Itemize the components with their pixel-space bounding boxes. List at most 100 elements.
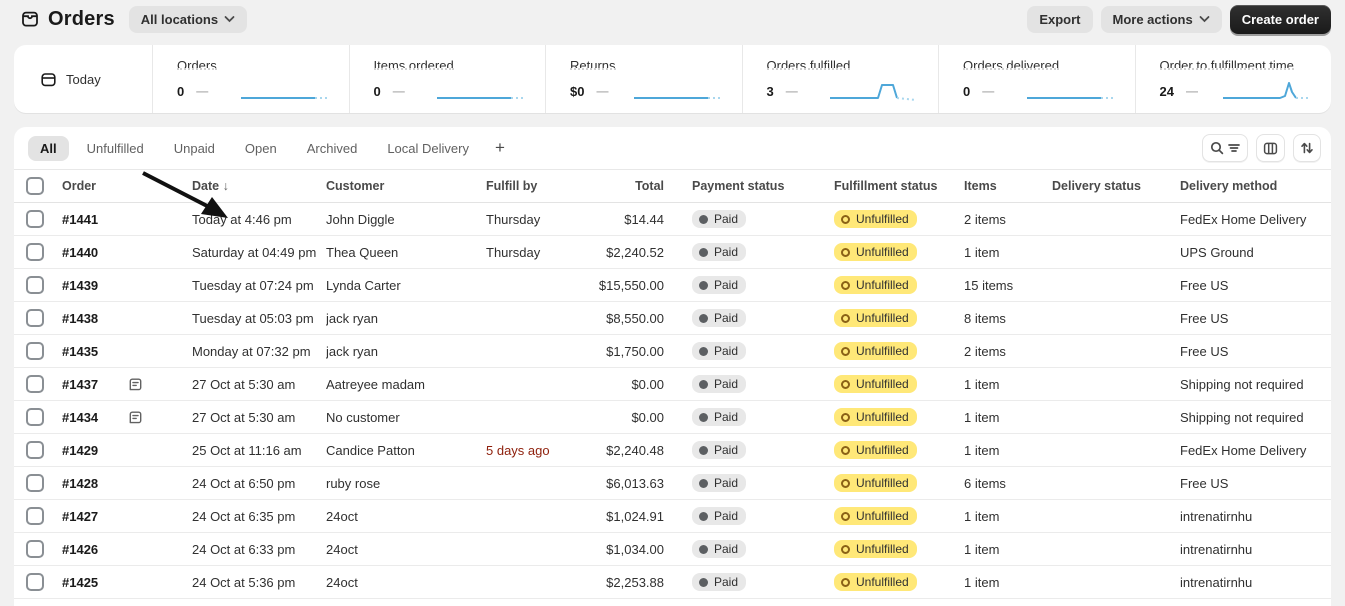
order-number[interactable]: #1439 bbox=[62, 278, 128, 293]
row-checkbox[interactable] bbox=[26, 540, 44, 558]
tab-unpaid[interactable]: Unpaid bbox=[162, 136, 227, 161]
order-items: 8 items bbox=[964, 310, 1006, 326]
order-total: $1,034.00 bbox=[606, 541, 664, 557]
order-delivery-method: intrenatirnhu bbox=[1180, 541, 1253, 557]
order-customer: Lynda Carter bbox=[326, 277, 401, 293]
table-row[interactable]: #1439 Tuesday at 07:24 pm Lynda Carter $… bbox=[14, 269, 1331, 302]
sparkline-chart bbox=[1026, 97, 1113, 99]
order-total: $1,750.00 bbox=[606, 343, 664, 359]
date-range-selector[interactable]: Today bbox=[14, 45, 152, 113]
tab-unfulfilled[interactable]: Unfulfilled bbox=[75, 136, 156, 161]
column-header-total[interactable]: Total bbox=[578, 179, 666, 193]
export-button[interactable]: Export bbox=[1027, 5, 1093, 33]
order-cell: #1440 bbox=[62, 245, 192, 260]
order-number[interactable]: #1428 bbox=[62, 476, 128, 491]
sort-button[interactable] bbox=[1293, 134, 1321, 162]
order-cell: #1427 bbox=[62, 509, 192, 524]
tab-local-delivery[interactable]: Local Delivery bbox=[375, 136, 481, 161]
row-checkbox[interactable] bbox=[26, 276, 44, 294]
order-number[interactable]: #1435 bbox=[62, 344, 128, 359]
table-row[interactable]: #1435 Monday at 07:32 pm jack ryan $1,75… bbox=[14, 335, 1331, 368]
row-checkbox[interactable] bbox=[26, 309, 44, 327]
row-checkbox[interactable] bbox=[26, 243, 44, 261]
order-cell: #1425 bbox=[62, 575, 192, 590]
table-row[interactable]: #1429 25 Oct at 11:16 am Candice Patton … bbox=[14, 434, 1331, 467]
metric-items-ordered[interactable]: Items ordered 0 — bbox=[348, 45, 546, 113]
paid-dot-icon bbox=[699, 577, 708, 587]
row-checkbox[interactable] bbox=[26, 342, 44, 360]
payment-status-cell: Paid bbox=[692, 408, 834, 426]
column-header-delivery-method[interactable]: Delivery method bbox=[1180, 179, 1331, 193]
order-total: $2,253.88 bbox=[606, 574, 664, 590]
column-header-payment-status[interactable]: Payment status bbox=[692, 179, 834, 193]
order-fulfill-by: Thursday bbox=[486, 211, 541, 227]
table-row[interactable]: #1441 Today at 4:46 pm John Diggle Thurs… bbox=[14, 203, 1331, 236]
unfulfilled-ring-icon bbox=[841, 247, 850, 257]
add-view-button[interactable]: + bbox=[487, 136, 513, 160]
date-range-label: Today bbox=[66, 71, 101, 87]
page-title-group: Orders bbox=[20, 8, 115, 31]
columns-icon bbox=[1263, 142, 1278, 154]
fulfillment-status-badge: Unfulfilled bbox=[834, 408, 917, 426]
order-customer: Candice Patton bbox=[326, 442, 415, 458]
column-header-customer[interactable]: Customer bbox=[326, 179, 486, 193]
sort-descending-icon: ↓ bbox=[222, 179, 229, 193]
order-cell: #1441 bbox=[62, 212, 192, 227]
order-number[interactable]: #1427 bbox=[62, 509, 128, 524]
payment-status-cell: Paid bbox=[692, 309, 834, 327]
metric-orders-delivered[interactable]: Orders delivered 0 — bbox=[938, 45, 1135, 113]
columns-button[interactable] bbox=[1256, 134, 1285, 162]
tab-archived[interactable]: Archived bbox=[295, 136, 370, 161]
column-header-order[interactable]: Order bbox=[62, 179, 192, 193]
table-row[interactable]: #1440 Saturday at 04:49 pm Thea Queen Th… bbox=[14, 236, 1331, 269]
location-filter-button[interactable]: All locations bbox=[128, 5, 248, 33]
sparkline-chart bbox=[633, 97, 720, 99]
order-number[interactable]: #1438 bbox=[62, 311, 128, 326]
select-all-checkbox[interactable] bbox=[26, 177, 44, 195]
unfulfilled-ring-icon bbox=[841, 346, 850, 356]
order-number[interactable]: #1437 bbox=[62, 377, 128, 392]
order-cell: #1429 bbox=[62, 443, 192, 458]
fulfillment-status-cell: Unfulfilled bbox=[834, 507, 964, 525]
tab-all[interactable]: All bbox=[28, 135, 69, 161]
order-customer: No customer bbox=[326, 409, 400, 425]
order-number[interactable]: #1426 bbox=[62, 542, 128, 557]
row-checkbox[interactable] bbox=[26, 441, 44, 459]
table-row[interactable]: #1427 24 Oct at 6:35 pm 24oct $1,024.91 … bbox=[14, 500, 1331, 533]
order-number[interactable]: #1429 bbox=[62, 443, 128, 458]
row-checkbox[interactable] bbox=[26, 474, 44, 492]
metric-returns[interactable]: Returns $0 — bbox=[545, 45, 742, 113]
column-header-items[interactable]: Items bbox=[964, 179, 1052, 193]
tab-open[interactable]: Open bbox=[233, 136, 289, 161]
table-row[interactable]: #1434 27 Oct at 5:30 am No customer $0.0… bbox=[14, 401, 1331, 434]
table-row[interactable]: #1428 24 Oct at 6:50 pm ruby rose $6,013… bbox=[14, 467, 1331, 500]
column-header-date[interactable]: Date ↓ bbox=[192, 179, 326, 193]
order-number[interactable]: #1434 bbox=[62, 410, 128, 425]
create-order-button[interactable]: Create order bbox=[1229, 4, 1331, 34]
search-and-filter-button[interactable] bbox=[1202, 134, 1248, 162]
order-date: Monday at 07:32 pm bbox=[192, 343, 311, 359]
row-checkbox[interactable] bbox=[26, 573, 44, 591]
table-row[interactable]: #1438 Tuesday at 05:03 pm jack ryan $8,5… bbox=[14, 302, 1331, 335]
metric-orders[interactable]: Orders 0 — bbox=[152, 45, 349, 113]
order-number[interactable]: #1440 bbox=[62, 245, 128, 260]
row-checkbox[interactable] bbox=[26, 507, 44, 525]
order-number[interactable]: #1425 bbox=[62, 575, 128, 590]
column-header-fulfill-by[interactable]: Fulfill by bbox=[486, 179, 578, 193]
row-checkbox[interactable] bbox=[26, 210, 44, 228]
fulfillment-status-cell: Unfulfilled bbox=[834, 540, 964, 558]
order-number[interactable]: #1441 bbox=[62, 212, 128, 227]
row-checkbox[interactable] bbox=[26, 375, 44, 393]
table-row[interactable]: #1437 27 Oct at 5:30 am Aatreyee madam $… bbox=[14, 368, 1331, 401]
more-actions-button[interactable]: More actions bbox=[1100, 5, 1222, 33]
row-checkbox[interactable] bbox=[26, 408, 44, 426]
column-header-delivery-status[interactable]: Delivery status bbox=[1052, 179, 1180, 193]
table-row[interactable]: #1425 24 Oct at 5:36 pm 24oct $2,253.88 … bbox=[14, 566, 1331, 599]
metric-order-to-fulfillment-time[interactable]: Order to fulfillment time 24 — bbox=[1134, 45, 1332, 113]
unfulfilled-ring-icon bbox=[841, 478, 850, 488]
order-fulfill-by: 5 days ago bbox=[486, 442, 550, 458]
table-row[interactable]: #1426 24 Oct at 6:33 pm 24oct $1,034.00 … bbox=[14, 533, 1331, 566]
order-items: 2 items bbox=[964, 211, 1006, 227]
column-header-fulfillment-status[interactable]: Fulfillment status bbox=[834, 179, 964, 193]
metric-orders-fulfilled[interactable]: Orders fulfilled 3 — bbox=[741, 45, 939, 113]
